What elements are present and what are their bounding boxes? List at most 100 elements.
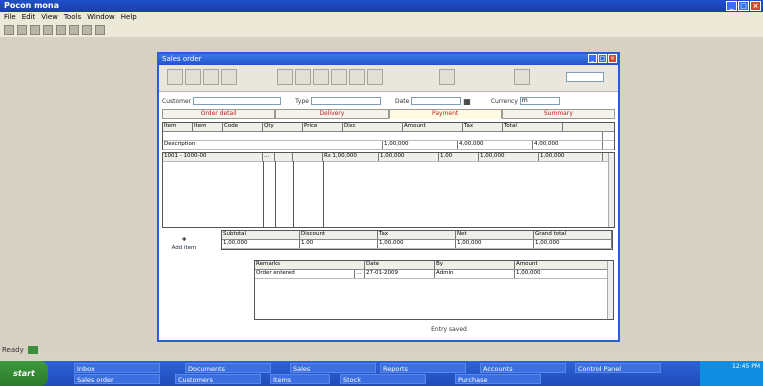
line-net: 1,00,000 — [479, 153, 539, 161]
help-icon[interactable] — [95, 25, 105, 35]
col-item-2: Item — [193, 123, 223, 131]
line-col-c — [293, 153, 323, 161]
sales-order-dialog: Sales order _ □ × Customer Type Date ▦ C… — [157, 52, 620, 342]
summary-label-net: Net — [456, 231, 534, 239]
type-label: Type — [295, 97, 309, 105]
close-icon[interactable]: × — [750, 1, 761, 11]
taskbar-item-4[interactable]: Reports — [380, 363, 466, 373]
taskbar-item-10[interactable]: Stock — [340, 374, 426, 384]
dialog-close-icon[interactable]: × — [608, 54, 617, 63]
col-item: Item — [163, 123, 193, 131]
taskbar-item-7[interactable]: Sales order — [74, 374, 160, 384]
line-qty: 1.00 — [439, 153, 479, 161]
refresh-icon[interactable] — [367, 69, 383, 85]
view-select[interactable] — [566, 72, 604, 82]
minimize-icon[interactable]: _ — [726, 1, 737, 11]
status-bar: Ready — [2, 346, 38, 354]
menu-view[interactable]: View — [41, 12, 58, 23]
remarks-row[interactable]: Order entered … 27-01-2009 Admin 1,00,00… — [255, 270, 613, 279]
next-record-icon[interactable] — [203, 69, 219, 85]
menu-edit[interactable]: Edit — [22, 12, 36, 23]
taskbar-item-5[interactable]: Accounts — [480, 363, 566, 373]
header-row-description: Description — [163, 141, 383, 149]
system-tray: 12:45 PM — [700, 361, 763, 386]
date-field[interactable] — [411, 97, 462, 105]
prev-record-icon[interactable] — [185, 69, 201, 85]
edit-record-icon[interactable] — [295, 69, 311, 85]
taskbar-item-8[interactable]: Customers — [175, 374, 261, 384]
header-row-value-1: 1,00,000 — [383, 141, 458, 149]
remarks-grid: Remarks Date By Amount Order entered … 2… — [254, 260, 614, 320]
col-total: Total — [503, 123, 563, 131]
save-record-icon[interactable] — [313, 69, 329, 85]
status-text: Ready — [2, 346, 24, 354]
tab-order-detail[interactable]: Order detail — [162, 109, 276, 119]
remarks-date: 27-01-2009 — [365, 270, 435, 278]
dialog-minimize-icon[interactable]: _ — [588, 54, 597, 63]
summary-net: 1,00,000 — [456, 240, 534, 248]
menu-help[interactable]: Help — [121, 12, 137, 23]
menu-window[interactable]: Window — [87, 12, 115, 23]
col-qty: Qty — [263, 123, 303, 131]
header-grid-row[interactable]: Description 1,00,000 4,00,000 4,00,000 — [163, 141, 614, 150]
paste-icon[interactable] — [82, 25, 92, 35]
taskbar-item-6[interactable]: Control Panel — [575, 363, 661, 373]
line-amount: 1,00,000 — [379, 153, 439, 161]
find-icon[interactable] — [514, 69, 530, 85]
calendar-icon[interactable]: ▦ — [463, 97, 471, 106]
menu-file[interactable]: File — [4, 12, 16, 23]
type-field[interactable] — [310, 97, 381, 105]
copy-icon[interactable] — [69, 25, 79, 35]
new-icon[interactable] — [4, 25, 14, 35]
col-remarks: Remarks — [255, 261, 365, 269]
new-record-icon[interactable] — [277, 69, 293, 85]
order-header-fields: Customer Type Date ▦ Currency m — [162, 96, 615, 106]
taskbar-item-11[interactable]: Purchase — [455, 374, 541, 384]
app-title: Pocon mona — [4, 1, 60, 10]
undo-icon[interactable] — [349, 69, 365, 85]
remarks-by: Admin — [435, 270, 515, 278]
line-item-code: 1001 - 1000-00 — [163, 153, 263, 161]
print-icon[interactable] — [43, 25, 53, 35]
last-record-icon[interactable] — [221, 69, 237, 85]
app-title-bar: Pocon mona _ □ × — [0, 0, 763, 12]
summary-label-subtotal: Subtotal — [222, 231, 300, 239]
remarks-amount: 1,00,000 — [515, 270, 609, 278]
tray-clock[interactable]: 12:45 PM — [732, 363, 760, 370]
remarks-lookup-icon[interactable]: … — [355, 270, 365, 278]
menu-tools[interactable]: Tools — [64, 12, 81, 23]
lines-scrollbar[interactable] — [608, 153, 614, 227]
order-tabs: Order detail Delivery Payment Summary — [162, 109, 615, 119]
print-record-icon[interactable] — [439, 69, 455, 85]
header-grid-columns: Item Item Code Qty Price Disc Amount Tax… — [163, 123, 614, 132]
currency-field[interactable]: m — [519, 97, 560, 105]
header-row-value-2: 4,00,000 — [458, 141, 533, 149]
header-grid-empty-row[interactable] — [163, 132, 614, 141]
taskbar-item-2[interactable]: Documents — [185, 363, 271, 373]
start-button[interactable]: start — [0, 361, 48, 386]
order-line-row[interactable]: 1001 - 1000-00 … Rs 1,00,000 1,00,000 1.… — [163, 153, 614, 162]
status-indicator-icon — [27, 346, 38, 354]
taskbar-item-3[interactable]: Sales — [290, 363, 376, 373]
add-item-button[interactable]: ✚ Add item — [169, 236, 199, 252]
line-col-b — [275, 153, 293, 161]
save-icon[interactable] — [30, 25, 40, 35]
currency-label: Currency — [490, 97, 518, 105]
cut-icon[interactable] — [56, 25, 66, 35]
remarks-scrollbar[interactable] — [607, 261, 613, 319]
delete-record-icon[interactable] — [331, 69, 347, 85]
tab-delivery[interactable]: Delivery — [275, 109, 389, 119]
maximize-icon[interactable]: □ — [738, 1, 749, 11]
taskbar-item-1[interactable]: Inbox — [74, 363, 160, 373]
taskbar-item-9[interactable]: Items — [270, 374, 330, 384]
dialog-maximize-icon[interactable]: □ — [598, 54, 607, 63]
dialog-title: Sales order — [162, 55, 202, 63]
dialog-title-bar: Sales order _ □ × — [159, 54, 618, 65]
first-record-icon[interactable] — [167, 69, 183, 85]
open-icon[interactable] — [17, 25, 27, 35]
tab-summary[interactable]: Summary — [501, 109, 615, 119]
customer-field[interactable] — [193, 97, 282, 105]
line-item-lookup-icon[interactable]: … — [263, 153, 275, 161]
tab-payment[interactable]: Payment — [388, 109, 502, 119]
remarks-text: Order entered — [255, 270, 355, 278]
